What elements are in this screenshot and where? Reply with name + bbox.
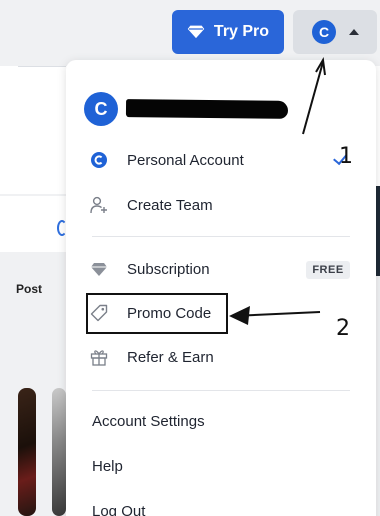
menu-item-create-team[interactable]: Create Team: [90, 196, 213, 214]
background-thumbnail[interactable]: [52, 388, 66, 516]
menu-item-label: Refer & Earn: [127, 348, 214, 366]
add-person-icon: [90, 196, 108, 214]
menu-item-personal-account[interactable]: Personal Account: [90, 151, 244, 169]
redacted-username: [125, 99, 289, 119]
annotation-number-2: 2: [336, 316, 350, 341]
menu-item-subscription[interactable]: Subscription: [90, 260, 210, 278]
account-header: C: [84, 92, 289, 126]
menu-item-refer-earn[interactable]: Refer & Earn: [90, 348, 214, 366]
menu-link-help[interactable]: Help: [92, 458, 123, 475]
caret-up-icon: [349, 29, 359, 35]
account-menu-button[interactable]: C: [293, 10, 377, 54]
background-divider: [18, 66, 66, 67]
try-pro-label: Try Pro: [213, 23, 270, 40]
menu-link-account-settings[interactable]: Account Settings: [92, 413, 205, 430]
background-post-label: Post: [16, 282, 43, 296]
avatar: C: [312, 20, 336, 44]
annotation-highlight-box: [86, 293, 228, 334]
account-c-icon: [90, 151, 108, 169]
menu-divider: [92, 390, 350, 391]
diamond-icon: [90, 260, 108, 278]
diamond-icon: [186, 25, 205, 39]
menu-item-label: Create Team: [127, 196, 213, 214]
menu-item-label: Personal Account: [127, 151, 244, 169]
try-pro-button[interactable]: Try Pro: [172, 10, 284, 54]
background-thumbnail[interactable]: [18, 388, 36, 516]
account-dropdown: C Personal Account Create Team Subscript…: [66, 60, 376, 516]
menu-divider: [92, 236, 350, 237]
gift-icon: [90, 348, 108, 366]
menu-link-log-out[interactable]: Log Out: [92, 503, 145, 516]
avatar: C: [84, 92, 118, 126]
plan-badge: FREE: [306, 261, 350, 279]
menu-item-label: Subscription: [127, 260, 210, 278]
annotation-number-1: 1: [339, 144, 353, 169]
